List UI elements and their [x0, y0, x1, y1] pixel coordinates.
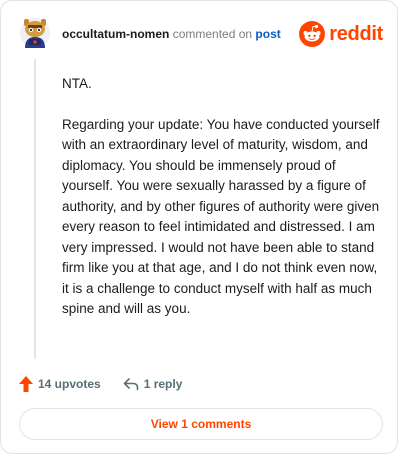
upvote-button[interactable]: 14 upvotes: [19, 376, 101, 392]
comment-header: occultatum-nomen commented on post reddi…: [19, 15, 383, 55]
upvote-arrow-icon: [19, 376, 33, 392]
reddit-wordmark: reddit: [329, 22, 383, 45]
username-link[interactable]: occultatum-nomen: [62, 27, 169, 41]
reddit-brand[interactable]: reddit: [299, 21, 383, 47]
comment-paragraph: Regarding your update: You have conducte…: [62, 116, 380, 317]
comment-byline: occultatum-nomen commented on post: [62, 27, 281, 41]
thread-line[interactable]: [34, 59, 36, 359]
snoo-avatar-icon[interactable]: [19, 15, 51, 51]
reddit-logo-icon: [299, 21, 326, 47]
view-comments-button[interactable]: View 1 comments: [19, 408, 383, 440]
comment-action-text: commented on: [172, 27, 253, 41]
comment-body: NTA. Regarding your update: You have con…: [62, 74, 382, 340]
upvote-count: 14 upvotes: [38, 377, 101, 391]
post-link[interactable]: post: [255, 27, 280, 41]
comment-footer: 14 upvotes 1 reply: [19, 373, 182, 395]
comment-card: occultatum-nomen commented on post reddi…: [0, 0, 398, 454]
reply-button[interactable]: 1 reply: [123, 377, 183, 391]
reply-arrow-icon: [123, 378, 139, 391]
reply-count: 1 reply: [143, 377, 183, 391]
comment-paragraph: NTA.: [62, 76, 92, 91]
